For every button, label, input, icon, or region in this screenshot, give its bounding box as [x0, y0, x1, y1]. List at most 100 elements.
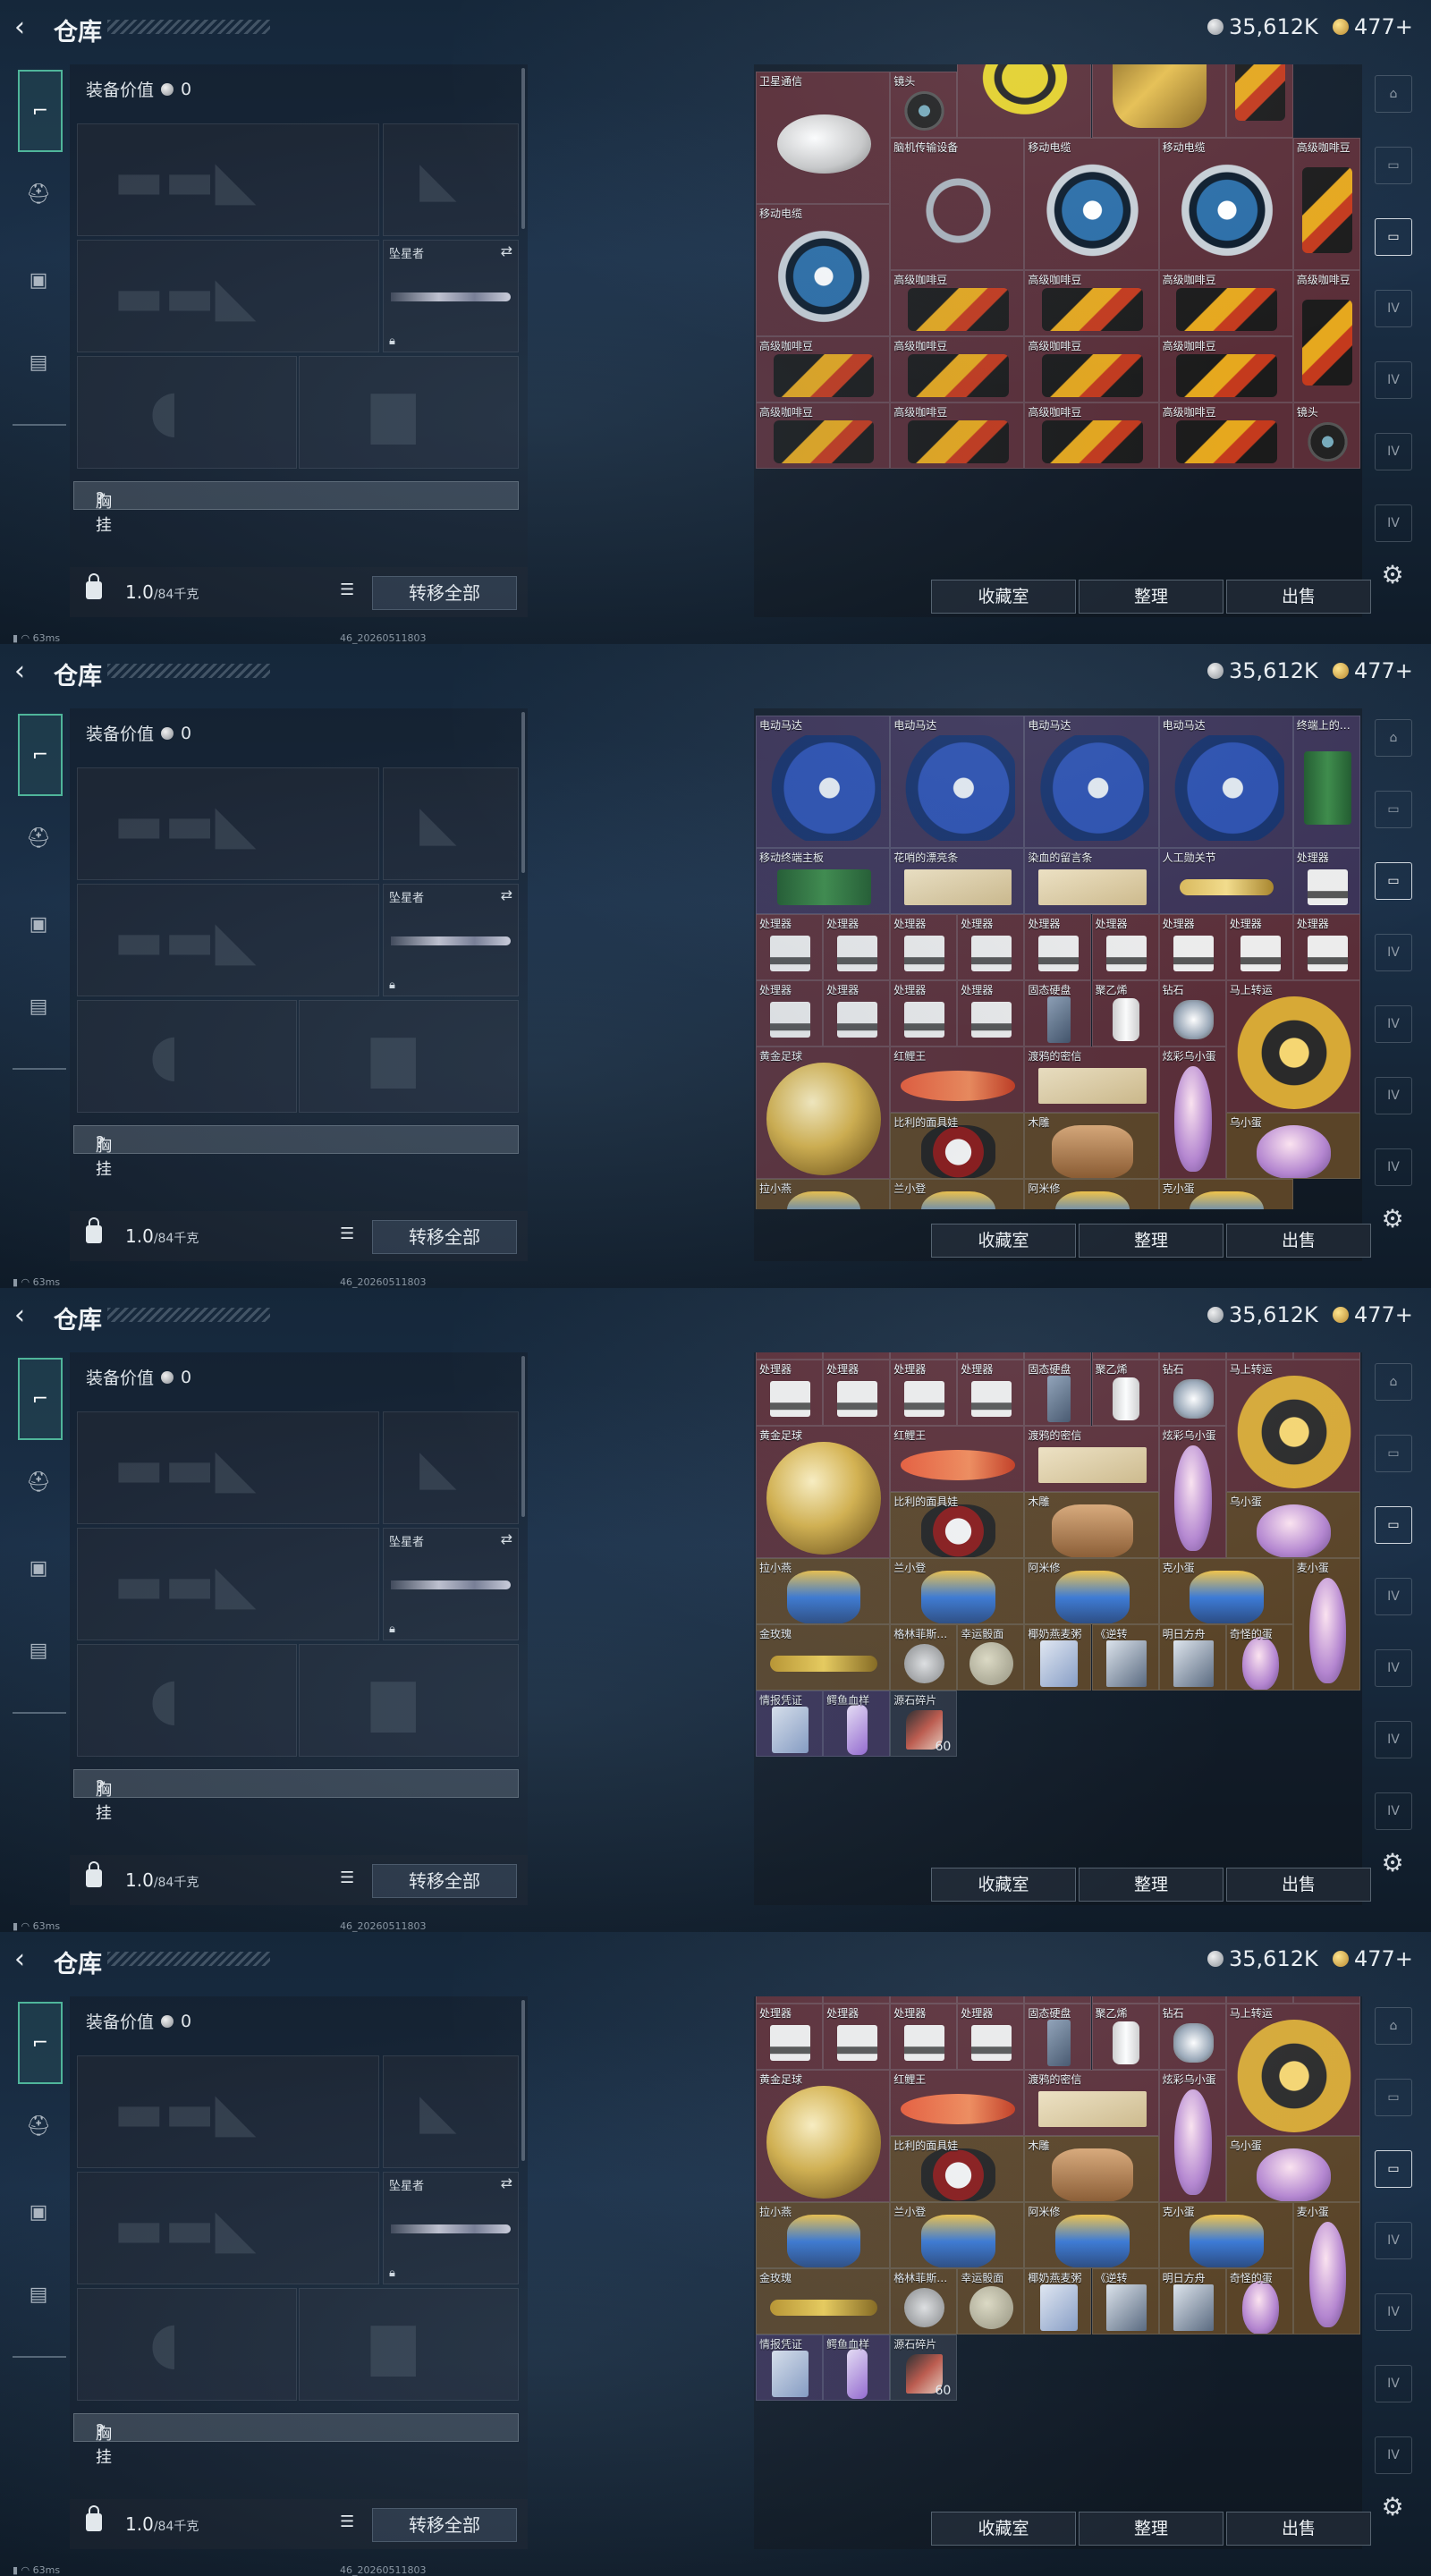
stash-item[interactable] [890, 1996, 958, 2004]
melee-slot[interactable]: 坠星者 ⇄ 🔒︎ [383, 2172, 519, 2284]
lock-icon[interactable] [86, 573, 102, 599]
stash-item[interactable]: 高级咖啡豆 [1292, 138, 1360, 270]
stash-item[interactable]: 钻石 [1158, 1360, 1226, 1426]
stash-item[interactable] [1292, 1996, 1360, 2004]
stash-item[interactable]: 木雕 [1024, 2136, 1159, 2202]
stash-item[interactable]: 兰小登 [890, 1179, 1025, 1209]
stash-item[interactable]: 高级咖啡豆 [1024, 336, 1159, 402]
lock-icon[interactable] [86, 1861, 102, 1887]
stash-item[interactable]: 木雕 [1024, 1492, 1159, 1558]
sell-button[interactable]: 出售 [1226, 580, 1371, 614]
stash-item[interactable]: 移动终端主板 [756, 848, 891, 914]
stash-item[interactable]: 电动马达 [1158, 716, 1293, 848]
stash-item[interactable]: 处理器 [823, 2004, 891, 2070]
storage-tab-7[interactable]: IV [1375, 1792, 1412, 1830]
stash-item[interactable]: 源石碎片 60 [890, 2334, 958, 2401]
sort-button[interactable]: 整理 [1079, 1868, 1224, 1902]
gear-icon[interactable]: ⚙ [1379, 1206, 1406, 1233]
tab-armor-icon[interactable]: ▣ [18, 1547, 59, 1589]
storage-tab-4[interactable]: IV [1375, 934, 1412, 971]
stash-item[interactable]: 处理器 [1292, 848, 1360, 914]
collection-button[interactable]: 收藏室 [931, 1224, 1076, 1258]
stash-item[interactable]: 移动电缆 [756, 204, 891, 336]
stash-item[interactable]: 高级咖啡豆 [1024, 270, 1159, 336]
gear-icon[interactable]: ⚙ [1379, 1850, 1406, 1877]
armor-slot[interactable]: ▆ [299, 2288, 519, 2401]
stash-item[interactable]: 处理器 [957, 914, 1025, 980]
stash-item[interactable]: 鳄鱼血样 [823, 2334, 891, 2401]
stash-item[interactable]: 处理器 [756, 1360, 824, 1426]
stash-item[interactable]: 终端上的… [1292, 716, 1360, 848]
stash-item[interactable]: 处理器 [823, 980, 891, 1046]
helmet-slot[interactable]: ◖ [77, 2288, 297, 2401]
pistol-slot[interactable]: ◣ [383, 123, 519, 236]
stash-item[interactable]: 阿米修 [1024, 1179, 1159, 1209]
primary-weapon-slot[interactable]: ▬▬◣ [77, 2055, 379, 2168]
melee-slot[interactable]: 坠星者 ⇄ 🔒︎ [383, 884, 519, 996]
storage-tab-5[interactable]: IV [1375, 361, 1412, 399]
stash-item[interactable] [756, 1352, 824, 1360]
storage-tab-1[interactable]: ⌂ [1375, 75, 1412, 113]
transfer-all-button[interactable]: 转移全部 [372, 1220, 517, 1254]
stash-item[interactable]: 花哨的漂亮条 [890, 848, 1025, 914]
tab-helmet-icon[interactable]: ⛑ [18, 174, 59, 215]
stash-item[interactable]: 处理器 [823, 914, 891, 980]
list-icon[interactable]: ☰ [340, 1225, 360, 1243]
stash-item[interactable]: 乌小蛋 [1225, 1492, 1360, 1558]
stash-item[interactable]: 人工勋关节 [1158, 848, 1293, 914]
stash-item[interactable]: 比利的面具娃 [890, 2136, 1025, 2202]
stash-item[interactable]: 处理器 [890, 914, 958, 980]
stash-item[interactable]: 黄金足球 [756, 1046, 891, 1179]
stash-item[interactable]: 电动马达 [1024, 716, 1159, 848]
stash-item[interactable]: 兰小登 [890, 1558, 1025, 1624]
storage-tab-5[interactable]: IV [1375, 2293, 1412, 2331]
tab-armor-icon[interactable]: ▣ [18, 2191, 59, 2233]
helmet-slot[interactable]: ◖ [77, 356, 297, 469]
tab-weapons-icon[interactable]: ⌐ [18, 70, 63, 152]
sell-button[interactable]: 出售 [1226, 2512, 1371, 2546]
stash-item[interactable]: 阿米修 [1024, 2202, 1159, 2268]
stash-item[interactable] [1158, 1352, 1226, 1360]
storage-tab-1[interactable]: ⌂ [1375, 719, 1412, 757]
helmet-slot[interactable]: ◖ [77, 1644, 297, 1757]
stash-item[interactable]: 麦小蛋 [1292, 1558, 1360, 1690]
tab-bag-icon[interactable]: ▤ [18, 342, 59, 383]
stash-item[interactable]: 处理器 [1292, 914, 1360, 980]
stash-item[interactable]: 格林菲斯… [890, 1624, 958, 1690]
transfer-all-button[interactable]: 转移全部 [372, 576, 517, 610]
tab-bag-icon[interactable]: ▤ [18, 2274, 59, 2315]
stash-item[interactable]: 幸运骰面 [957, 1624, 1025, 1690]
stash-item[interactable]: 高级咖啡豆 [890, 270, 1025, 336]
stash-item[interactable]: 处理器 [890, 1360, 958, 1426]
stash-item[interactable]: 处理器 [756, 2004, 824, 2070]
sort-button[interactable]: 整理 [1079, 2512, 1224, 2546]
gold-currency[interactable]: 477+ [1333, 1302, 1413, 1327]
stash-item[interactable]: 染血的留言条 [1024, 848, 1159, 914]
storage-tab-3[interactable]: ▭ [1375, 2150, 1412, 2188]
gear-icon[interactable]: ⚙ [1379, 2494, 1406, 2521]
stash-item[interactable]: 电动马达 [756, 716, 891, 848]
stash-item[interactable]: 处理器 [957, 980, 1025, 1046]
transfer-all-button[interactable]: 转移全部 [372, 2508, 517, 2542]
storage-tab-5[interactable]: IV [1375, 1649, 1412, 1687]
stash-item[interactable]: 脑机传输设备 [890, 138, 1025, 270]
stash-item[interactable]: 金玫瑰 [756, 2268, 891, 2334]
storage-tab-4[interactable]: IV [1375, 1578, 1412, 1615]
stash-item[interactable]: 椰奶燕麦粥 [1024, 2268, 1092, 2334]
stash-item[interactable]: 源石碎片 60 [890, 1690, 958, 1757]
gear-icon[interactable]: ⚙ [1379, 562, 1406, 589]
equipment-scrollbar[interactable] [521, 1356, 525, 1517]
stash-item[interactable]: 克小蛋 [1158, 1179, 1293, 1209]
stash-item[interactable]: 麦小蛋 [1292, 2202, 1360, 2334]
stash-item[interactable]: 拉小燕 [756, 2202, 891, 2268]
stash-item[interactable]: 高级咖啡豆 [1158, 336, 1293, 402]
tab-helmet-icon[interactable]: ⛑ [18, 818, 59, 859]
stash-item[interactable]: 处理器 [957, 2004, 1025, 2070]
stash-item[interactable]: 聚乙烯 [1091, 980, 1159, 1046]
lock-icon[interactable] [86, 2505, 102, 2531]
stash-item[interactable]: 红鲤王 [890, 1426, 1025, 1492]
stash-item[interactable]: 马上转运 [1225, 2004, 1360, 2136]
stash-item[interactable]: 椰奶燕麦粥 [1024, 1624, 1092, 1690]
stash-item[interactable]: 炫彩乌小蛋 [1158, 2070, 1226, 2202]
storage-tab-7[interactable]: IV [1375, 1148, 1412, 1186]
